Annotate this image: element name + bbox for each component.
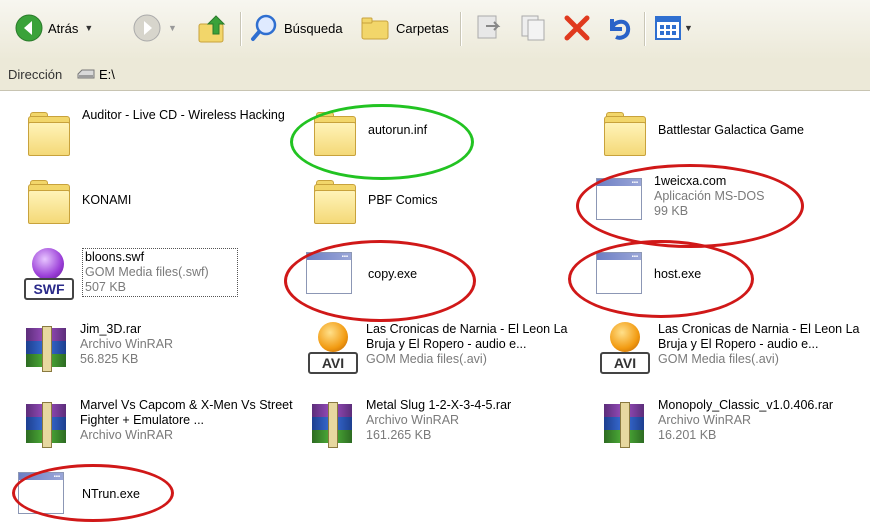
forward-dropdown-icon[interactable]: ▼ [168, 23, 177, 33]
file-type: Archivo WinRAR [658, 413, 752, 427]
views-grid-icon [655, 16, 681, 40]
file-name: Las Cronicas de Narnia - El Leon La Bruj… [366, 322, 568, 351]
back-button[interactable]: Atrás ▼ [14, 10, 93, 46]
avi-media-icon: AVI [306, 322, 358, 374]
address-label: Dirección [8, 67, 63, 82]
back-arrow-icon [15, 14, 43, 42]
exe-window-icon: ▪▪▪ [14, 468, 66, 518]
delete-button[interactable] [562, 10, 592, 46]
avi-tag: AVI [600, 352, 650, 374]
file-item-host-exe[interactable]: ▪▪▪ host.exe [592, 248, 864, 298]
copy-to-button[interactable] [518, 10, 550, 46]
up-folder-button[interactable] [196, 10, 230, 46]
file-name: NTrun.exe [82, 487, 140, 501]
file-item-jim-3d[interactable]: Jim_3D.rar Archivo WinRAR 56.825 KB [20, 322, 290, 372]
file-type: Archivo WinRAR [80, 337, 174, 351]
back-label: Atrás [48, 20, 79, 36]
file-size: 99 KB [654, 204, 689, 218]
address-path: E:\ [99, 67, 115, 82]
back-dropdown-icon[interactable]: ▼ [84, 23, 93, 33]
file-size: 56.825 KB [80, 352, 139, 366]
exe-window-icon: ▪▪▪ [592, 248, 644, 298]
file-name: Las Cronicas de Narnia - El Leon La Bruj… [658, 322, 860, 351]
undo-icon [610, 19, 631, 40]
search-label: Búsqueda [284, 20, 343, 36]
file-type: GOM Media files(.swf) [85, 265, 209, 279]
search-icon [251, 14, 277, 41]
file-item-metal-slug[interactable]: Metal Slug 1-2-X-3-4-5.rar Archivo WinRA… [306, 398, 576, 448]
file-name: KONAMI [82, 193, 132, 207]
avi-tag: AVI [308, 352, 358, 374]
winrar-archive-icon [20, 398, 72, 448]
file-item-pbf-comics[interactable]: PBF Comics [308, 176, 578, 226]
avi-media-icon: AVI [598, 322, 650, 374]
file-item-monopoly[interactable]: Monopoly_Classic_v1.0.406.rar Archivo Wi… [598, 398, 868, 448]
file-size: 16.201 KB [658, 428, 717, 442]
file-name: host.exe [654, 267, 702, 281]
winrar-archive-icon [20, 322, 72, 372]
file-type: GOM Media files(.avi) [658, 352, 779, 366]
file-item-battlestar[interactable]: Battlestar Galactica Game [598, 108, 868, 158]
file-item-narnia-2[interactable]: AVI Las Cronicas de Narnia - El Leon La … [598, 322, 868, 374]
swf-tag: SWF [24, 278, 74, 300]
folder-icon [22, 108, 74, 158]
file-name: Monopoly_Classic_v1.0.406.rar [658, 398, 834, 412]
file-size: 507 KB [85, 280, 127, 294]
file-item-bloons[interactable]: SWF bloons.swf GOM Media files(.swf) 507… [22, 248, 238, 300]
file-item-autorun[interactable]: autorun.inf [308, 108, 578, 158]
file-name: Metal Slug 1-2-X-3-4-5.rar [366, 398, 512, 412]
file-name: Auditor - Live CD - Wireless Hacking [82, 108, 285, 122]
views-button[interactable]: ▼ [654, 10, 693, 46]
folder-icon [598, 108, 650, 158]
file-item-copy-exe[interactable]: ▪▪▪ copy.exe [302, 248, 578, 298]
folders-label: Carpetas [396, 20, 449, 36]
file-type: Archivo WinRAR [80, 428, 174, 442]
file-type: GOM Media files(.avi) [366, 352, 487, 366]
exe-window-icon: ▪▪▪ [592, 174, 644, 224]
forward-arrow-icon [133, 14, 161, 42]
address-field[interactable]: E:\ [76, 67, 115, 82]
file-name: copy.exe [368, 267, 418, 281]
delete-icon [564, 15, 590, 41]
search-button[interactable]: Búsqueda [250, 10, 343, 46]
folder-icon [308, 176, 360, 226]
file-name: Jim_3D.rar [80, 322, 142, 336]
winrar-archive-icon [306, 398, 358, 448]
file-item-konami[interactable]: KONAMI [22, 176, 292, 226]
file-name: Marvel Vs Capcom & X-Men Vs Street Fight… [80, 398, 293, 427]
file-name: PBF Comics [368, 193, 438, 207]
file-size: 161.265 KB [366, 428, 432, 442]
folders-icon [361, 17, 389, 40]
file-item-narnia-1[interactable]: AVI Las Cronicas de Narnia - El Leon La … [306, 322, 588, 374]
file-type: Aplicación MS-DOS [654, 189, 765, 203]
file-type: Archivo WinRAR [366, 413, 460, 427]
up-folder-icon [198, 15, 226, 43]
views-dropdown-icon[interactable]: ▼ [684, 23, 693, 33]
file-item-1weicxa[interactable]: ▪▪▪ 1weicxa.com Aplicación MS-DOS 99 KB [592, 174, 864, 224]
file-item-ntrun-exe[interactable]: ▪▪▪ NTrun.exe [14, 468, 292, 518]
undo-button[interactable] [604, 10, 634, 46]
exe-window-icon: ▪▪▪ [302, 248, 354, 298]
forward-button[interactable]: ▼ [132, 10, 177, 46]
toolbar: Atrás ▼ ▼ Búsqueda Carpetas ▼ [0, 0, 870, 61]
folders-button[interactable]: Carpetas [360, 10, 449, 46]
file-item-auditor[interactable]: Auditor - Live CD - Wireless Hacking [22, 108, 292, 158]
folder-icon [22, 176, 74, 226]
file-name: 1weicxa.com [654, 174, 727, 188]
file-item-marvel[interactable]: Marvel Vs Capcom & X-Men Vs Street Fight… [20, 398, 294, 448]
move-to-button[interactable] [472, 10, 504, 46]
copy-to-icon [521, 15, 545, 41]
move-to-icon [477, 15, 501, 39]
folder-icon [308, 108, 360, 158]
file-name: bloons.swf [85, 250, 145, 264]
file-name: Battlestar Galactica Game [658, 123, 804, 137]
swf-media-icon: SWF [22, 248, 74, 300]
address-bar: Dirección E:\ [0, 60, 870, 91]
winrar-archive-icon [598, 398, 650, 448]
drive-icon [77, 69, 95, 78]
file-name: autorun.inf [368, 123, 428, 137]
